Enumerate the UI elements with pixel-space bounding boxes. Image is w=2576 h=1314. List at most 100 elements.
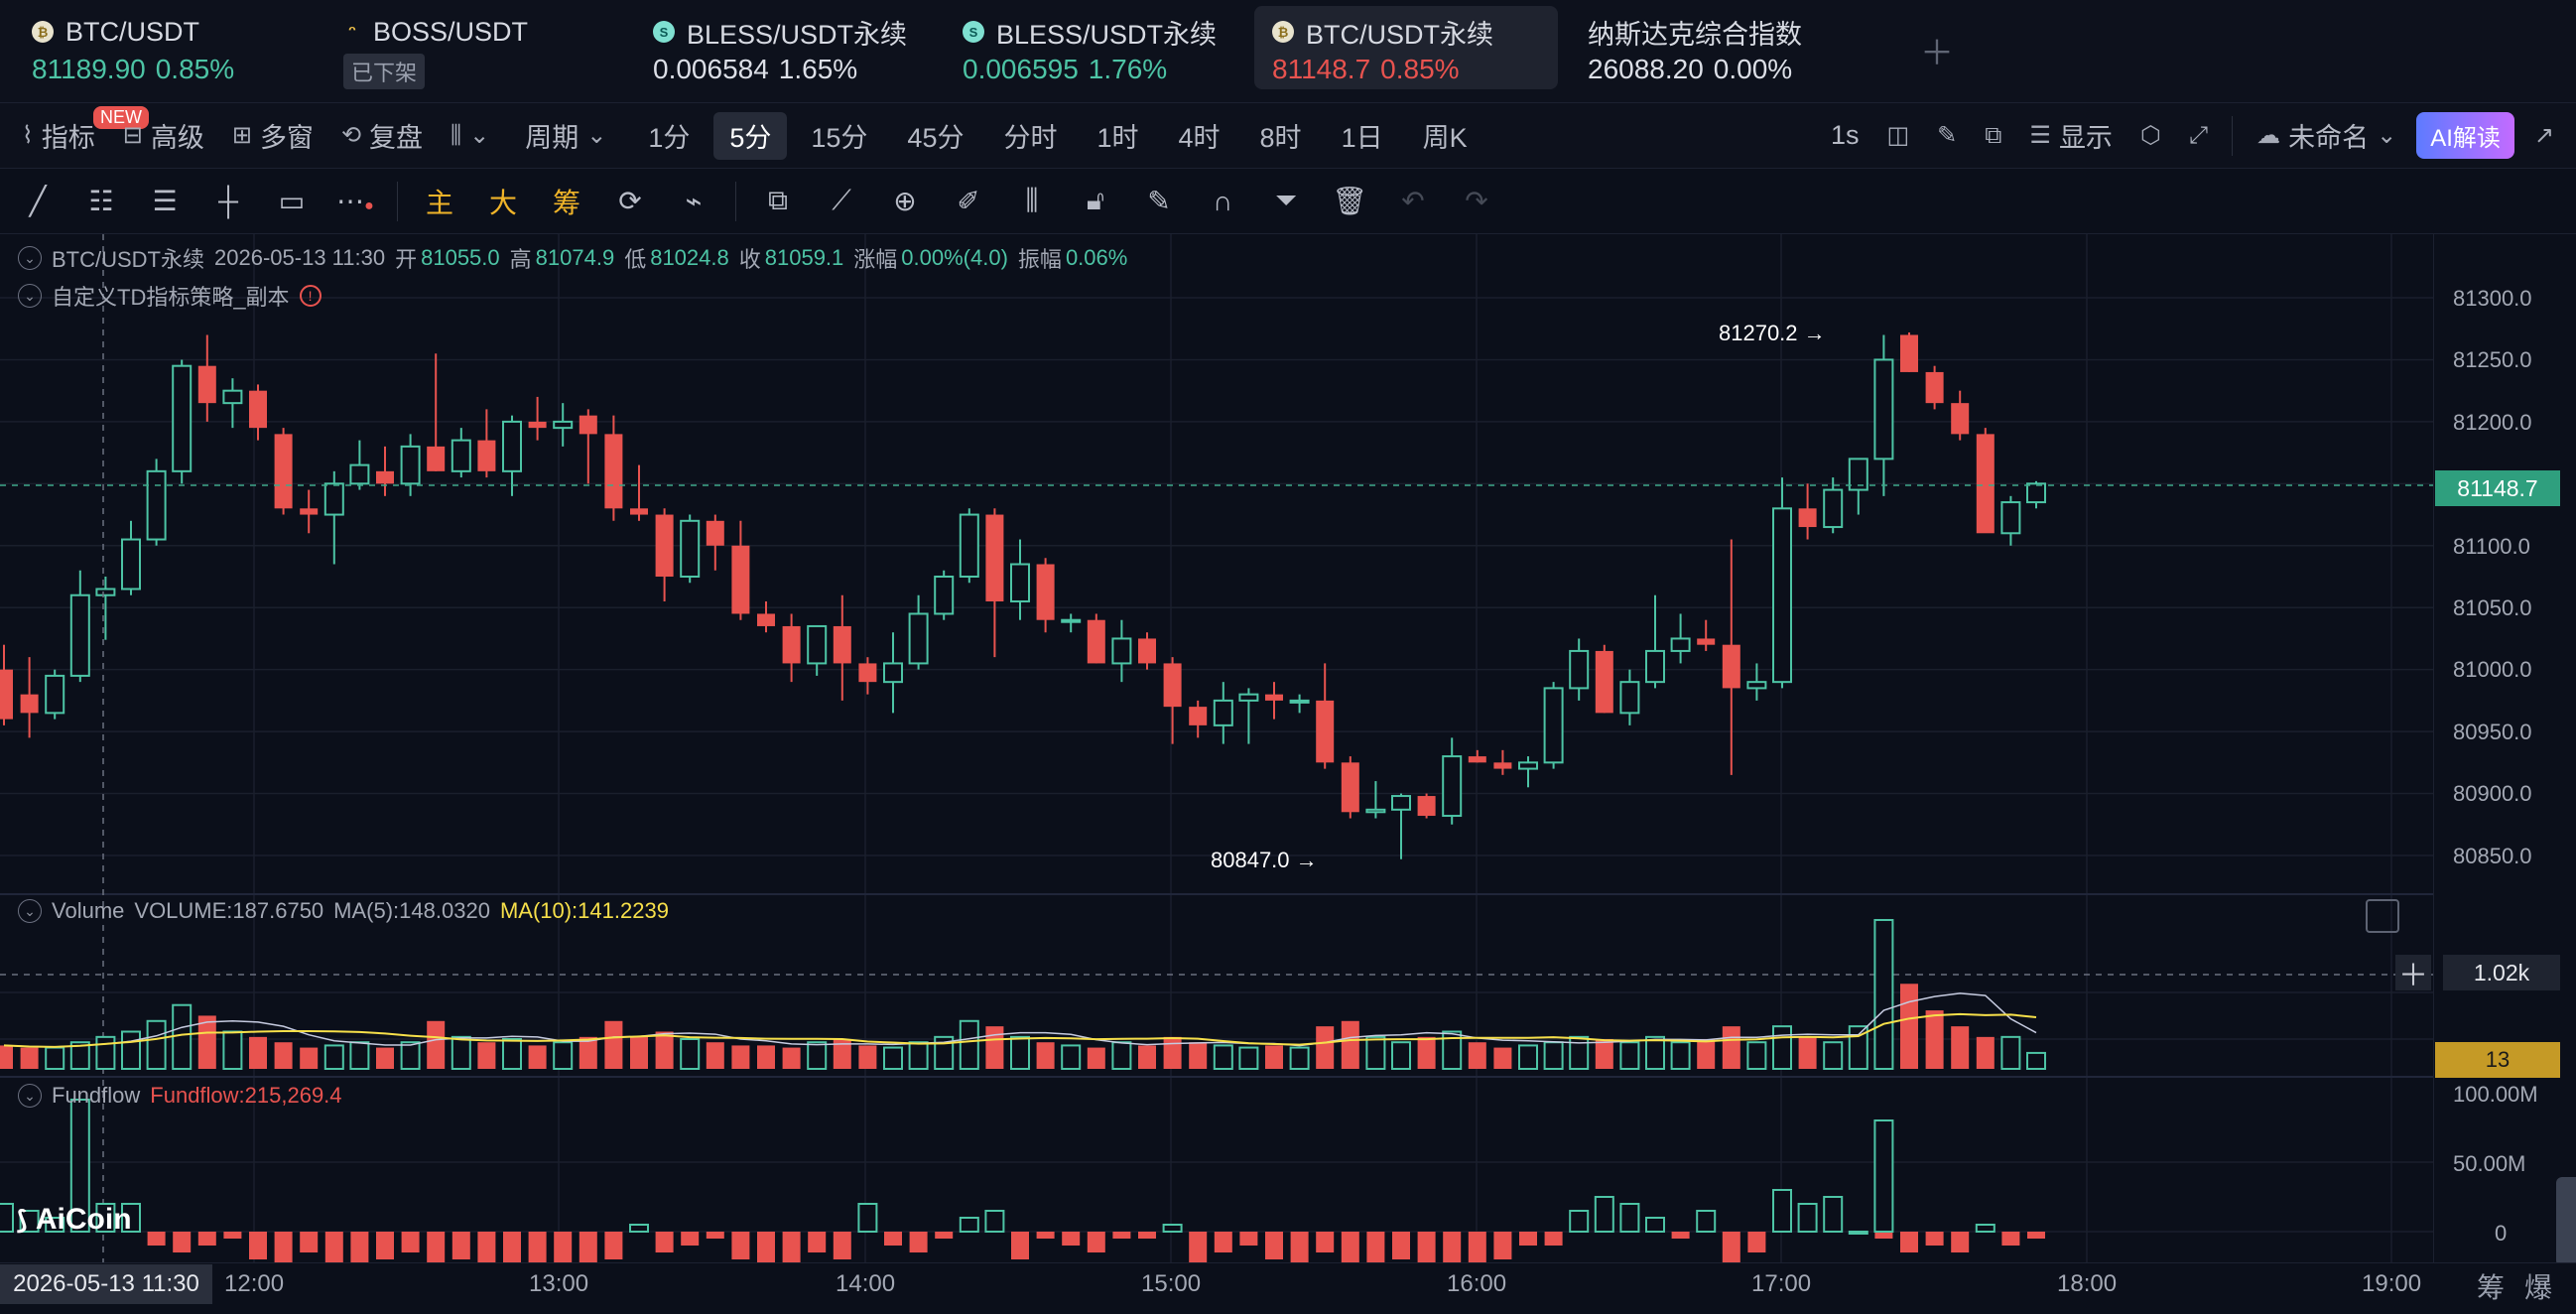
big-order-toggle[interactable]: 大	[471, 182, 535, 221]
brush-icon[interactable]: ⌁	[662, 185, 725, 217]
fundflow-bar	[223, 1232, 242, 1239]
period-option[interactable]: 1分	[632, 112, 706, 160]
ticker-tabs: ₿ BTC/USDT 81189.90 0.85% ᵔ BOSS/USDT 已下架 S BLES…	[0, 0, 2576, 103]
collapse-icon[interactable]: ⌄	[18, 284, 42, 308]
period-option[interactable]: 4时	[1163, 112, 1236, 160]
edit-icon[interactable]: ✎	[1127, 185, 1191, 217]
fullscreen-icon[interactable]: ⤢	[2175, 112, 2222, 160]
rectangle-icon[interactable]: ▭	[260, 185, 323, 217]
period-option[interactable]: 分时	[987, 112, 1073, 160]
fundflow-bar	[1189, 1232, 1208, 1262]
period-dropdown[interactable]: 周期 ⌄	[511, 112, 620, 160]
chart-type-dropdown[interactable]: ⫼ ⌄	[437, 112, 503, 160]
grid-icon: ⊞	[231, 122, 252, 149]
indicators-button[interactable]: ⌇ 指标 NEW	[8, 105, 149, 160]
zoom-icon[interactable]: ⊕	[873, 185, 937, 217]
side-panel-handle[interactable]	[2556, 1177, 2576, 1266]
redo-icon[interactable]: ↷	[1445, 185, 1508, 217]
fundflow-bar	[324, 1232, 343, 1262]
horizontal-lines-icon[interactable]: ☰	[133, 185, 196, 217]
crosshair-plus-icon[interactable]: ＋	[2395, 955, 2431, 992]
horizontal-ray-icon[interactable]: ┼	[196, 186, 260, 217]
interval-button[interactable]: 1s	[1817, 112, 1873, 160]
period-option[interactable]: 1时	[1081, 112, 1154, 160]
magnet-icon[interactable]: ∩	[1191, 186, 1254, 217]
more-tools-icon[interactable]: ⋯●	[323, 185, 387, 217]
lock-icon[interactable]: 🔓︎	[1064, 185, 1127, 217]
period-option[interactable]: 8时	[1244, 112, 1318, 160]
fundflow-bar	[1671, 1232, 1690, 1239]
fundflow-bar	[1011, 1232, 1029, 1259]
advanced-button[interactable]: ⊟ 高级	[109, 112, 218, 160]
volume-bar	[1010, 1035, 1030, 1070]
volume-bar	[45, 1046, 65, 1070]
collapse-icon[interactable]: ⌄	[18, 246, 42, 270]
candle-body	[274, 434, 293, 509]
eraser-icon[interactable]: ✐	[937, 185, 1000, 217]
ticker-tab[interactable]: ᵔ BOSS/USDT 已下架	[325, 6, 623, 89]
volume-bar	[274, 1042, 293, 1069]
fundflow-bar	[1239, 1232, 1258, 1246]
main-chart-toggle[interactable]: 主	[408, 182, 471, 221]
ticker-tab[interactable]: 纳斯达克综合指数 26088.20 0.00%	[1570, 6, 1897, 89]
filter-icon[interactable]: ⏷	[1254, 185, 1318, 217]
undo-icon[interactable]: ↶	[1381, 185, 1445, 217]
candle-body	[655, 514, 674, 577]
copy-icon[interactable]: ⧉	[746, 185, 810, 217]
camera-icon[interactable]: ◫	[1872, 112, 1923, 160]
ai-interpret-button[interactable]: AI解读	[2410, 112, 2520, 160]
bars-icon[interactable]: ⫼	[1000, 185, 1064, 217]
period-option[interactable]: 1日	[1326, 112, 1399, 160]
fundflow-bar	[1873, 1119, 1894, 1233]
candle-body	[1391, 795, 1411, 811]
candle-body	[579, 415, 597, 435]
period-option[interactable]: 15分	[795, 112, 883, 160]
period-option[interactable]: 45分	[891, 112, 979, 160]
volume-bar	[1900, 984, 1918, 1069]
period-option[interactable]: 周K	[1407, 112, 1483, 160]
volume-bar	[2000, 1035, 2021, 1070]
candle-body	[0, 669, 13, 720]
ticker-tab[interactable]: S BLESS/USDT永续 0.006595 1.76%	[945, 6, 1242, 89]
expand-pane-icon[interactable]	[2366, 899, 2399, 933]
chip-toggle[interactable]: 筹	[535, 182, 598, 221]
pen-icon[interactable]: ✎	[1923, 112, 1971, 160]
volume-bar	[172, 1003, 193, 1071]
time-axis[interactable]	[0, 1262, 2576, 1314]
fundflow-bar	[1925, 1232, 1944, 1246]
ticker-change: 1.65%	[778, 54, 858, 84]
settings-icon[interactable]: ⬡	[2126, 112, 2175, 160]
fundflow-bar	[2027, 1232, 2045, 1239]
trash-icon[interactable]: 🗑︎	[1318, 185, 1381, 217]
chip-distribution-button[interactable]: 筹	[2477, 1266, 2505, 1306]
warning-icon[interactable]: !	[299, 285, 322, 307]
candlestick-chart[interactable]	[0, 234, 2433, 1262]
volume-bar	[349, 1041, 370, 1071]
collapse-icon[interactable]: ⌄	[18, 1084, 42, 1108]
ruler-icon[interactable]: ⟋	[810, 185, 873, 217]
multi-window-button[interactable]: ⊞ 多窗	[218, 112, 327, 160]
liquidation-button[interactable]: 爆	[2524, 1266, 2552, 1306]
ticker-tab[interactable]: S BLESS/USDT永续 0.006584 1.65%	[635, 6, 933, 89]
parallel-channel-icon[interactable]: ☷	[69, 185, 133, 217]
candle-body	[323, 482, 344, 516]
share-icon[interactable]: ↗	[2520, 112, 2568, 160]
sync-icon[interactable]: ⟳	[598, 185, 662, 217]
collapse-icon[interactable]: ⌄	[18, 899, 42, 923]
volume-bar	[883, 1046, 903, 1070]
layout-dropdown[interactable]: ☁ 未命名 ⌄	[2243, 112, 2410, 160]
replay-button[interactable]: ⟲ 复盘	[327, 112, 437, 160]
fundflow-bar	[1417, 1232, 1436, 1262]
undo-window-icon[interactable]: ⧉	[1971, 112, 2015, 160]
ticker-price: 81148.7	[1272, 54, 1371, 84]
add-tab-icon[interactable]: ＋	[1920, 26, 1954, 74]
display-button[interactable]: ☰ 显示	[2015, 112, 2126, 160]
trend-line-icon[interactable]: ╱	[6, 185, 69, 217]
volume-bar	[1036, 1042, 1055, 1069]
ticker-tab[interactable]: ₿ BTC/USDT永续 81148.7 0.85%	[1254, 6, 1558, 89]
time-label: 19:00	[2362, 1270, 2422, 1297]
ticker-price: 0.006595	[963, 54, 1079, 84]
ticker-tab[interactable]: ₿ BTC/USDT 81189.90 0.85%	[14, 6, 312, 89]
candle-body	[1061, 618, 1082, 623]
period-option[interactable]: 5分	[713, 111, 788, 160]
